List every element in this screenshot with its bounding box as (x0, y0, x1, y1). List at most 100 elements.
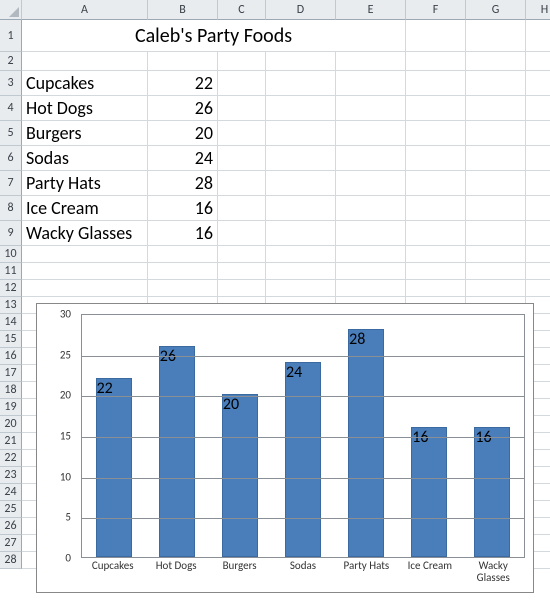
cell[interactable] (266, 52, 336, 71)
cell[interactable] (218, 263, 266, 280)
cell[interactable] (526, 246, 550, 263)
cell[interactable] (406, 196, 466, 221)
cell[interactable] (336, 246, 406, 263)
row-header-6[interactable]: 6 (0, 146, 22, 171)
cell[interactable]: 24 (148, 146, 218, 171)
cell[interactable] (22, 263, 148, 280)
cell[interactable] (406, 246, 466, 263)
cell[interactable] (526, 171, 550, 196)
row-header-28[interactable]: 28 (0, 552, 22, 569)
cell[interactable]: Burgers (22, 121, 148, 146)
cell[interactable] (218, 96, 266, 121)
cell[interactable] (466, 171, 526, 196)
cell[interactable] (218, 280, 266, 297)
cell[interactable] (218, 52, 266, 71)
cell[interactable] (526, 52, 550, 71)
cell[interactable] (336, 52, 406, 71)
bar[interactable]: 26 (159, 346, 195, 557)
row-header-16[interactable]: 16 (0, 348, 22, 365)
cell[interactable] (266, 246, 336, 263)
cell[interactable] (148, 280, 218, 297)
cell[interactable] (266, 221, 336, 246)
cell[interactable] (336, 196, 406, 221)
column-header-d[interactable]: D (266, 0, 336, 20)
bar[interactable]: 16 (474, 427, 510, 557)
row-header-8[interactable]: 8 (0, 196, 22, 221)
cell[interactable] (148, 52, 218, 71)
cell[interactable] (266, 121, 336, 146)
row-header-14[interactable]: 14 (0, 314, 22, 331)
cell[interactable] (466, 71, 526, 96)
cell[interactable]: 16 (148, 196, 218, 221)
cell[interactable] (406, 20, 466, 52)
cell[interactable] (466, 280, 526, 297)
row-header-3[interactable]: 3 (0, 71, 22, 96)
cell[interactable] (148, 246, 218, 263)
row-header-27[interactable]: 27 (0, 535, 22, 552)
chart[interactable]: 051015202530 22262024281616 CupcakesHot … (36, 303, 534, 593)
cell[interactable]: Wacky Glasses (22, 221, 148, 246)
bar[interactable]: 20 (222, 394, 258, 557)
cell[interactable] (406, 96, 466, 121)
row-header-23[interactable]: 23 (0, 467, 22, 484)
cell[interactable] (218, 121, 266, 146)
column-header-e[interactable]: E (336, 0, 406, 20)
cell[interactable] (266, 196, 336, 221)
cell[interactable] (336, 121, 406, 146)
cell[interactable] (466, 196, 526, 221)
cell[interactable]: 22 (148, 71, 218, 96)
row-header-22[interactable]: 22 (0, 450, 22, 467)
cell[interactable]: Party Hats (22, 171, 148, 196)
cell[interactable] (22, 280, 148, 297)
cell[interactable] (336, 96, 406, 121)
cell[interactable] (218, 246, 266, 263)
cell[interactable] (336, 263, 406, 280)
row-header-15[interactable]: 15 (0, 331, 22, 348)
cell[interactable] (266, 71, 336, 96)
cell[interactable] (406, 52, 466, 71)
cell[interactable] (406, 221, 466, 246)
cell[interactable] (466, 121, 526, 146)
cell[interactable] (406, 121, 466, 146)
row-header-19[interactable]: 19 (0, 399, 22, 416)
bar[interactable]: 22 (96, 378, 132, 557)
cell[interactable] (466, 52, 526, 71)
cell[interactable] (466, 96, 526, 121)
cell[interactable] (406, 171, 466, 196)
cell[interactable] (266, 171, 336, 196)
cell[interactable]: 28 (148, 171, 218, 196)
cell[interactable]: Ice Cream (22, 196, 148, 221)
cell[interactable] (526, 121, 550, 146)
row-header-20[interactable]: 20 (0, 416, 22, 433)
cell[interactable] (336, 71, 406, 96)
cell[interactable] (406, 146, 466, 171)
select-all-corner[interactable] (0, 0, 22, 20)
row-header-18[interactable]: 18 (0, 382, 22, 399)
row-header-1[interactable]: 1 (0, 20, 22, 52)
column-header-c[interactable]: C (218, 0, 266, 20)
cell[interactable] (266, 96, 336, 121)
bar[interactable]: 16 (411, 427, 447, 557)
cell[interactable] (526, 280, 550, 297)
row-header-5[interactable]: 5 (0, 121, 22, 146)
cell[interactable] (336, 171, 406, 196)
row-header-9[interactable]: 9 (0, 221, 22, 246)
cell[interactable] (526, 146, 550, 171)
cell[interactable]: 16 (148, 221, 218, 246)
cell[interactable]: 26 (148, 96, 218, 121)
cell[interactable] (266, 146, 336, 171)
cell[interactable]: Cupcakes (22, 71, 148, 96)
cell[interactable]: Sodas (22, 146, 148, 171)
cell[interactable] (148, 263, 218, 280)
row-header-17[interactable]: 17 (0, 365, 22, 382)
column-header-h[interactable]: H (526, 0, 550, 20)
row-header-25[interactable]: 25 (0, 501, 22, 518)
cell[interactable] (466, 221, 526, 246)
cell[interactable] (526, 96, 550, 121)
cell[interactable] (336, 221, 406, 246)
row-header-10[interactable]: 10 (0, 246, 22, 263)
cell[interactable] (218, 146, 266, 171)
row-header-12[interactable]: 12 (0, 280, 22, 297)
cell[interactable] (336, 146, 406, 171)
cell[interactable] (466, 246, 526, 263)
